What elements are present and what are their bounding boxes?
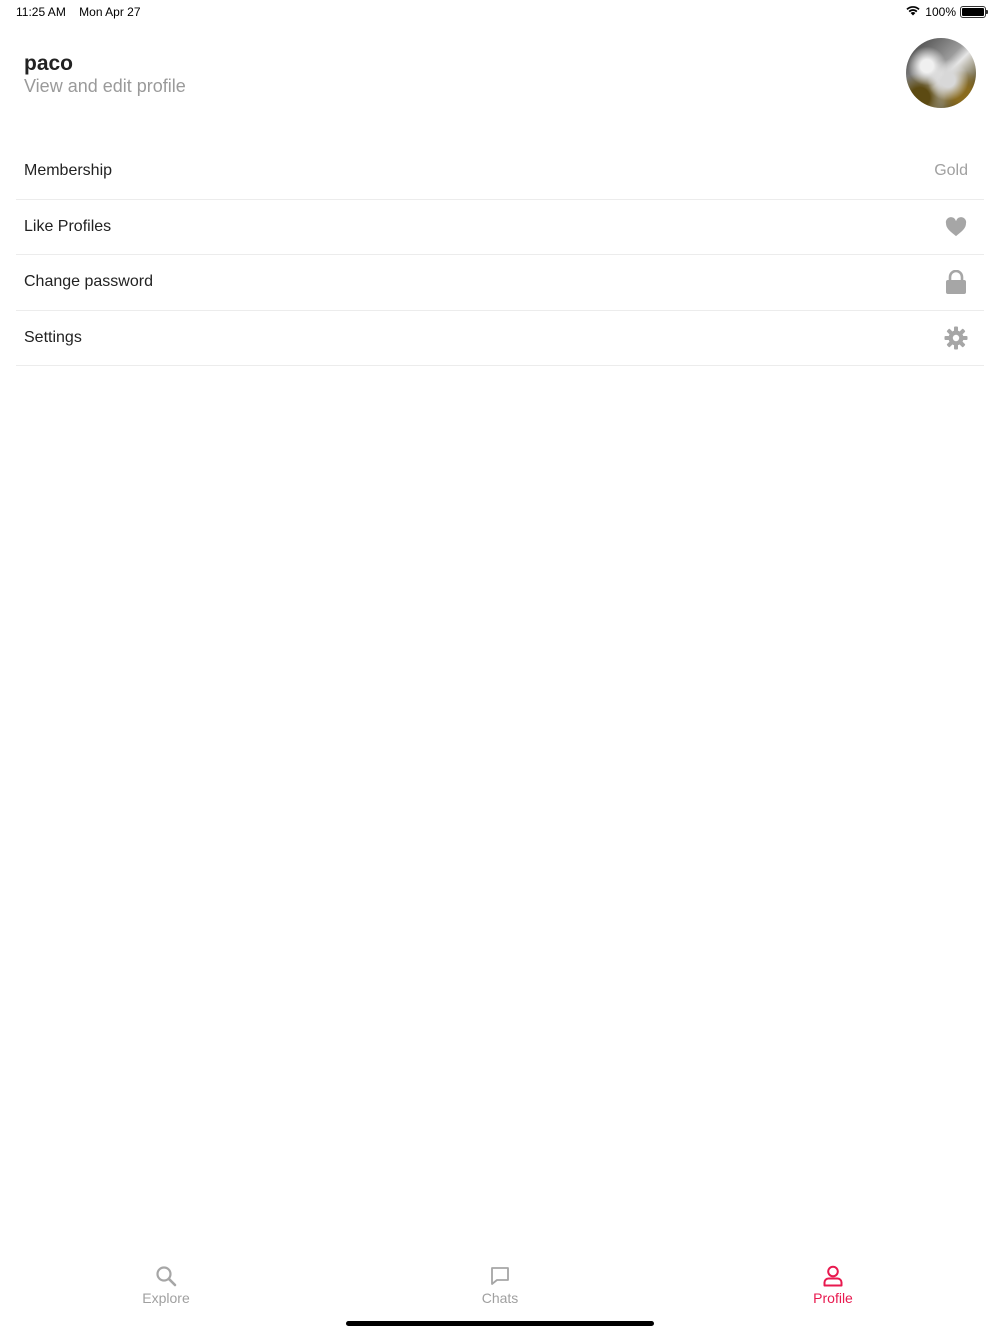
menu-item-label: Membership xyxy=(24,162,113,180)
membership-value: Gold xyxy=(934,162,968,180)
menu-item-change-password[interactable]: Change password xyxy=(16,255,984,311)
tab-label: Chats xyxy=(481,1290,519,1306)
user-name: paco xyxy=(24,52,74,75)
profile-screen: 11:25 AM Mon Apr 27 100% paco View and e… xyxy=(0,0,1000,1334)
tab-profile[interactable]: Profile xyxy=(773,1258,893,1306)
tab-chats[interactable]: Chats xyxy=(440,1258,560,1306)
profile-menu: Membership Gold Like Profiles Change pas… xyxy=(16,144,984,366)
user-icon xyxy=(821,1264,845,1288)
status-date: Mon Apr 27 xyxy=(79,5,141,19)
gear-icon xyxy=(944,326,968,350)
tab-explore[interactable]: Explore xyxy=(106,1258,226,1306)
view-edit-profile-link[interactable]: View and edit profile xyxy=(24,76,186,97)
tab-bar: Explore Chats Profile xyxy=(0,1258,1000,1318)
home-indicator[interactable] xyxy=(346,1321,654,1326)
lock-icon xyxy=(944,270,968,295)
menu-item-label: Like Profiles xyxy=(24,217,112,235)
status-time: 11:25 AM xyxy=(16,5,66,19)
wifi-icon xyxy=(905,4,921,19)
avatar[interactable] xyxy=(906,38,976,108)
profile-header[interactable]: paco View and edit profile xyxy=(24,38,976,118)
menu-item-membership[interactable]: Membership Gold xyxy=(16,144,984,200)
menu-item-settings[interactable]: Settings xyxy=(16,311,984,366)
menu-item-like-profiles[interactable]: Like Profiles xyxy=(16,200,984,255)
heart-icon xyxy=(944,215,968,239)
tab-label: Explore xyxy=(142,1290,190,1306)
chat-bubble-icon xyxy=(488,1264,512,1288)
menu-item-label: Settings xyxy=(24,328,82,346)
battery-percent: 100% xyxy=(925,4,956,19)
menu-item-label: Change password xyxy=(24,273,153,291)
status-bar: 11:25 AM Mon Apr 27 100% xyxy=(0,0,1000,24)
tab-label: Profile xyxy=(813,1290,853,1306)
battery-icon xyxy=(960,5,988,18)
search-icon xyxy=(154,1264,178,1288)
